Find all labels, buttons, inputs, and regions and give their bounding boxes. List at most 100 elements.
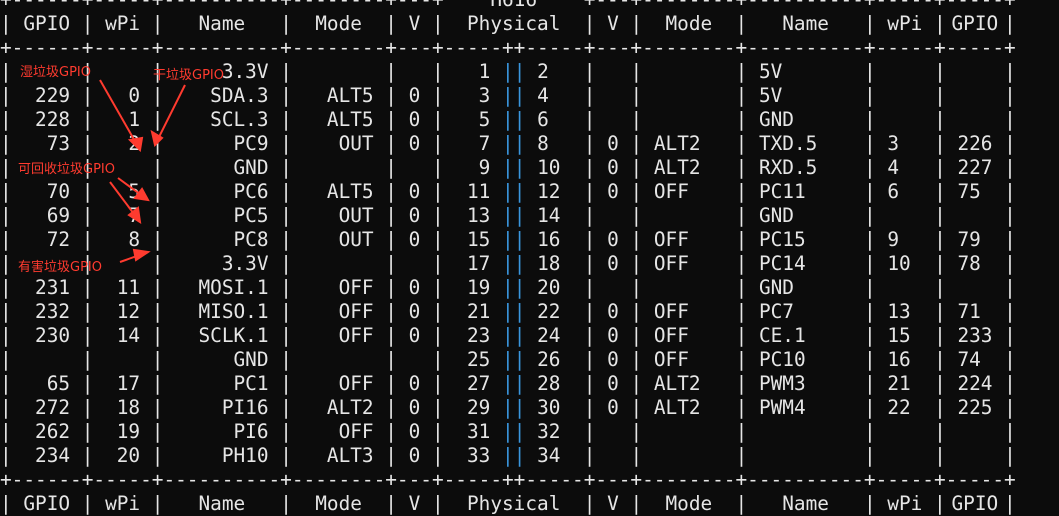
- gpio-left: 234: [35, 444, 71, 467]
- table-header-separator: +------+-----+----------+--------+---+--…: [0, 36, 1016, 59]
- header-mode-right: Mode: [665, 12, 713, 35]
- v-left: 0: [408, 276, 421, 299]
- gpio-right: 233: [957, 324, 993, 347]
- mode-right: ALT2: [653, 372, 701, 395]
- mode-right: OFF: [653, 180, 689, 203]
- name-right: PC11: [758, 180, 806, 203]
- physical-left: 27: [467, 372, 491, 395]
- physical-right: 4: [537, 84, 549, 107]
- physical-right: 16: [537, 228, 561, 251]
- gpio-left: 231: [35, 276, 71, 299]
- gpio-right: 79: [957, 228, 981, 251]
- terminal-output: +------+-----+----------+--------+---+H6…: [0, 0, 1059, 516]
- header-wpi-right: wPi: [887, 12, 923, 35]
- gpio-right: 224: [957, 372, 993, 395]
- mode-left: OUT: [338, 228, 374, 251]
- gpio-right: 78: [957, 252, 981, 275]
- v-left: 0: [408, 324, 421, 347]
- name-left: SDA.3: [210, 84, 269, 107]
- wpi-left: 5: [128, 180, 141, 203]
- mode-right: OFF: [653, 228, 689, 251]
- v-left: 0: [408, 396, 421, 419]
- name-left: SCL.3: [210, 108, 269, 131]
- v-right: 0: [607, 156, 619, 179]
- gpio-right: 227: [957, 156, 993, 179]
- header-v-right: V: [607, 492, 619, 515]
- name-left: 3.3V: [221, 252, 269, 275]
- gpio-left: 69: [46, 204, 71, 227]
- name-right: GND: [758, 108, 794, 131]
- physical-right: 32: [537, 420, 561, 443]
- header-wpi: wPi: [105, 492, 141, 515]
- physical-left: 29: [467, 396, 491, 419]
- mode-left: OFF: [338, 372, 374, 395]
- gpio-left: 232: [35, 300, 71, 323]
- header-physical: Physical: [466, 12, 561, 35]
- wpi-left: 17: [116, 372, 141, 395]
- header-mode-right: Mode: [665, 492, 713, 515]
- v-left: 0: [408, 204, 421, 227]
- physical-left: 19: [467, 276, 491, 299]
- wpi-left: 1: [128, 108, 141, 131]
- name-right: CE.1: [758, 324, 806, 347]
- physical-right: 20: [537, 276, 561, 299]
- v-right: 0: [607, 132, 619, 155]
- v-right: 0: [607, 324, 619, 347]
- name-left: 3.3V: [221, 60, 269, 83]
- physical-left: 11: [467, 180, 491, 203]
- name-right: PC14: [758, 252, 806, 275]
- physical-left: 9: [478, 156, 491, 179]
- physical-left: 31: [467, 420, 491, 443]
- name-left: MISO.1: [198, 300, 269, 323]
- gpio-left: 228: [35, 108, 71, 131]
- name-right: 5V: [758, 60, 783, 83]
- physical-left: 17: [467, 252, 491, 275]
- gpio-right: 74: [957, 348, 981, 371]
- mode-left: ALT3: [326, 444, 374, 467]
- wpi-right: 6: [887, 180, 900, 203]
- table-bottom-separator: +------+-----+----------+--------+---+--…: [0, 468, 1016, 491]
- physical-left: 21: [467, 300, 491, 323]
- v-right: 0: [607, 348, 619, 371]
- name-right: PC15: [758, 228, 806, 251]
- gpio-left: 73: [46, 132, 71, 155]
- physical-right: 8: [537, 132, 549, 155]
- header-gpio-right: GPIO: [951, 12, 999, 35]
- name-left: PC6: [233, 180, 269, 203]
- mode-left: OFF: [338, 300, 374, 323]
- header-v-right: V: [607, 12, 619, 35]
- gpio-left: 229: [35, 84, 71, 107]
- name-right: PC10: [758, 348, 806, 371]
- pin-row: | 72 | 8 | PC8 | OUT | 0 | 15 || 16 | 0 | OFF | P…: [0, 228, 1016, 251]
- header-gpio-right: GPIO: [951, 492, 999, 515]
- name-right: GND: [758, 204, 794, 227]
- header-wpi: wPi: [105, 12, 141, 35]
- physical-right: 12: [537, 180, 561, 203]
- wpi-left: 18: [116, 396, 141, 419]
- v-right: 0: [607, 396, 619, 419]
- name-left: MOSI.1: [198, 276, 269, 299]
- pin-row: | | | 3.3V | | | 1 || 2 | | | 5V | | |: [0, 60, 1016, 83]
- name-left: GND: [233, 156, 269, 179]
- table-header: | GPIO | wPi | Name | Mode | V | Physical | V | Mode | Na…: [0, 12, 1016, 35]
- mode-left: OFF: [338, 276, 374, 299]
- name-left: PC1: [233, 372, 269, 395]
- mode-left: ALT5: [326, 180, 374, 203]
- header-name-right: Name: [782, 492, 829, 515]
- physical-right: 22: [537, 300, 561, 323]
- name-right: PWM3: [758, 372, 806, 395]
- name-left: SCLK.1: [198, 324, 269, 347]
- name-right: PWM4: [758, 396, 806, 419]
- name-right: 5V: [758, 84, 783, 107]
- mode-right: OFF: [653, 324, 689, 347]
- v-right: 0: [607, 372, 619, 395]
- v-left: 0: [408, 180, 421, 203]
- table-top-border: +------+-----+----------+--------+---+H6…: [0, 0, 1059, 12]
- header-wpi-right: wPi: [887, 492, 923, 515]
- pin-row: | | | GND | | | 9 || 10 | 0 | ALT2 | RXD.5 | 4…: [0, 156, 1016, 179]
- pin-row: | 69 | 7 | PC5 | OUT | 0 | 13 || 14 | | | GND | …: [0, 204, 1016, 227]
- gpio-left: 262: [35, 420, 71, 443]
- name-right: RXD.5: [758, 156, 818, 179]
- header-mode: Mode: [315, 12, 362, 35]
- mode-left: ALT5: [326, 84, 374, 107]
